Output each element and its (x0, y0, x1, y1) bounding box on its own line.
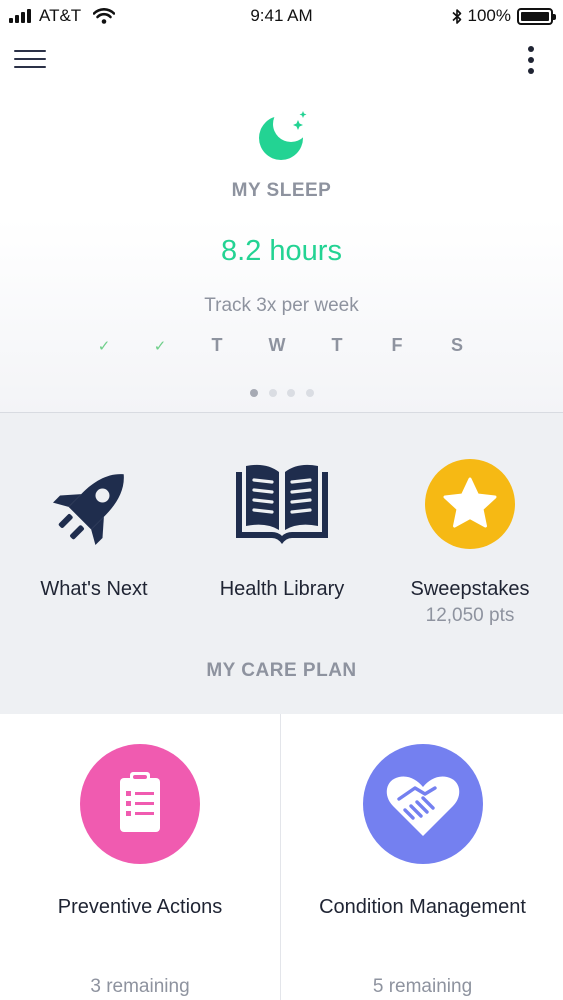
star-icon (425, 459, 515, 549)
rocket-icon (52, 474, 124, 546)
preventive-actions-card[interactable]: Preventive Actions 3 remaining (0, 714, 281, 1000)
sleep-track-goal: Track 3x per week (204, 295, 359, 316)
weekday-tracker: ✓ ✓ T W T F S (74, 335, 494, 359)
day-check: ✓ (153, 338, 167, 355)
whats-next-button[interactable]: What's Next (0, 413, 188, 643)
battery-percent: 100% (467, 6, 511, 25)
sweepstakes-button[interactable]: Sweepstakes 12,050 pts (376, 413, 563, 643)
sleep-hours: 8.2 hours (221, 235, 342, 267)
preventive-actions-label: Preventive Actions (57, 896, 223, 918)
day-label: S (450, 335, 463, 355)
condition-management-remaining: 5 remaining (372, 976, 473, 997)
day-label: T (331, 335, 343, 355)
sweepstakes-label: Sweepstakes (410, 578, 530, 600)
whats-next-label: What's Next (40, 578, 148, 600)
day-label: F (391, 335, 403, 355)
condition-management-card[interactable]: Condition Management 5 remaining (282, 714, 563, 1000)
condition-management-label: Condition Management (319, 896, 526, 918)
care-plan-title: MY CARE PLAN (206, 660, 357, 681)
day-check: ✓ (97, 338, 111, 355)
status-right: 100% (451, 6, 556, 26)
preventive-actions-remaining: 3 remaining (90, 976, 190, 997)
day-label: W (268, 335, 286, 355)
status-bar: AT&T 9:41 AM 100% (0, 0, 563, 34)
page-dot[interactable] (305, 389, 314, 397)
page-dot-active[interactable] (250, 389, 258, 397)
page-indicator[interactable] (250, 389, 314, 399)
page-dot[interactable] (287, 389, 296, 397)
health-library-button[interactable]: Health Library (188, 413, 376, 643)
sleep-title: MY SLEEP (231, 180, 332, 201)
health-library-label: Health Library (219, 578, 345, 600)
care-plan-section: Preventive Actions 3 remaining Condition… (0, 714, 563, 1000)
heart-handshake-icon (362, 744, 483, 864)
clipboard-icon (80, 744, 200, 864)
sleep-card[interactable]: MY SLEEP 8.2 hours Track 3x per week ✓ ✓… (0, 90, 563, 413)
vertical-ellipsis-icon[interactable] (521, 44, 541, 76)
open-book-icon (236, 464, 328, 544)
moon-stars-icon (259, 111, 307, 160)
hamburger-menu-icon[interactable] (14, 50, 46, 72)
day-label: T (211, 335, 223, 355)
quick-links-section: What's Next Health Library Sweepstakes 1… (0, 413, 563, 714)
bluetooth-icon (451, 8, 461, 24)
page-dot[interactable] (268, 389, 277, 397)
sweepstakes-points: 12,050 pts (425, 605, 515, 626)
battery-icon (517, 7, 556, 25)
